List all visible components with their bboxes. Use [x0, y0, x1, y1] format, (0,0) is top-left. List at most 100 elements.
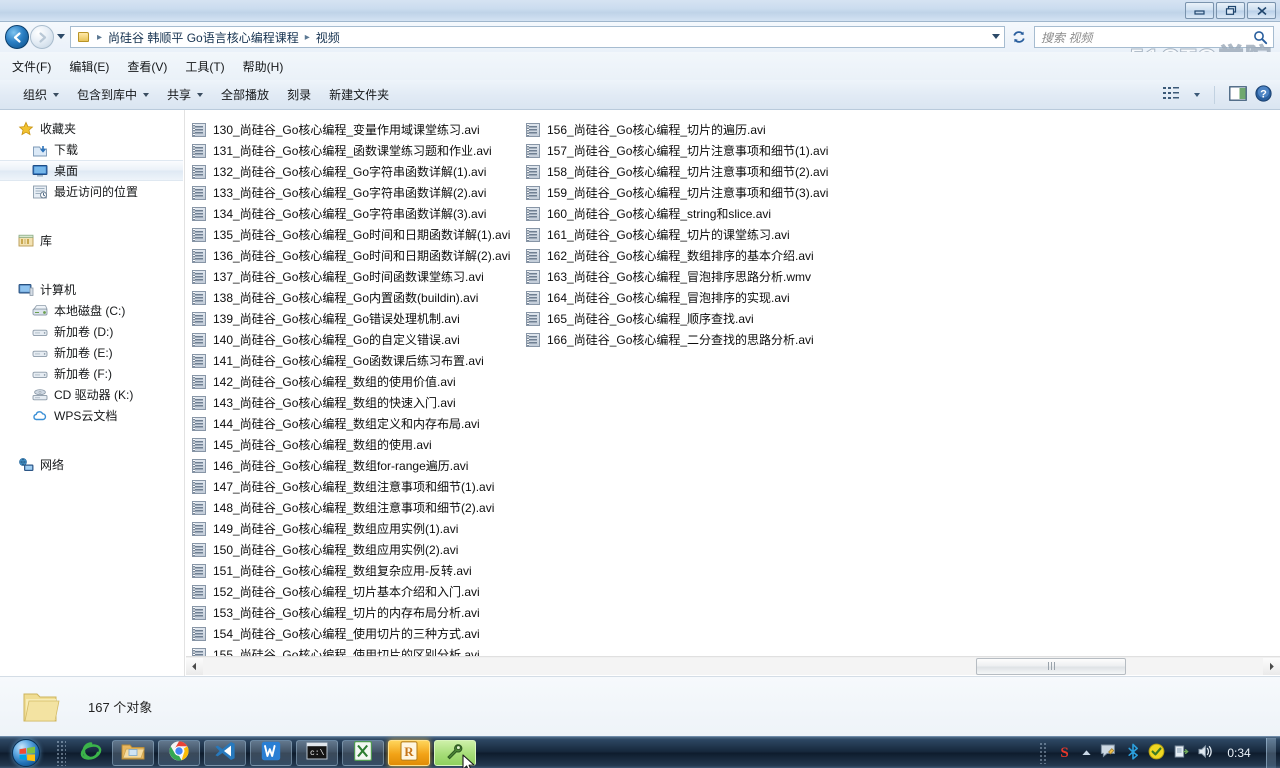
sidebar-item-downloads[interactable]: 下载 — [0, 139, 184, 160]
file-item[interactable]: 141_尚硅谷_Go核心编程_Go函数课后练习布置.avi — [186, 350, 518, 371]
change-view-icon[interactable] — [1163, 86, 1180, 104]
file-item[interactable]: 145_尚硅谷_Go核心编程_数组的使用.avi — [186, 434, 518, 455]
minimize-button[interactable] — [1185, 2, 1214, 19]
file-item[interactable]: 144_尚硅谷_Go核心编程_数组定义和内存布局.avi — [186, 413, 518, 434]
file-item[interactable]: 147_尚硅谷_Go核心编程_数组注意事项和细节(1).avi — [186, 476, 518, 497]
file-item[interactable]: 135_尚硅谷_Go核心编程_Go时间和日期函数详解(1).avi — [186, 224, 518, 245]
search-input[interactable]: 搜索 视频 — [1041, 29, 1092, 46]
taskbar-ie-button[interactable] — [74, 740, 108, 766]
file-item[interactable]: 132_尚硅谷_Go核心编程_Go字符串函数详解(1).avi — [186, 161, 518, 182]
bluetooth-icon[interactable] — [1126, 743, 1140, 763]
view-dropdown-icon[interactable] — [1194, 93, 1200, 97]
recent-locations-dropdown[interactable] — [57, 34, 65, 39]
file-item[interactable]: 163_尚硅谷_Go核心编程_冒泡排序思路分析.wmv — [520, 266, 852, 287]
preview-pane-icon[interactable] — [1229, 86, 1247, 104]
sidebar-item-drive-f[interactable]: 新加卷 (F:) — [0, 363, 184, 384]
taskbar-tool-button[interactable] — [434, 739, 476, 766]
file-item[interactable]: 158_尚硅谷_Go核心编程_切片注意事项和细节(2).avi — [520, 161, 852, 182]
horizontal-scrollbar[interactable] — [186, 656, 1280, 675]
sogou-input-icon[interactable]: S — [1056, 743, 1073, 763]
file-item[interactable]: 162_尚硅谷_Go核心编程_数组排序的基本介绍.avi — [520, 245, 852, 266]
restore-button[interactable] — [1216, 2, 1245, 19]
file-item[interactable]: 140_尚硅谷_Go核心编程_Go的自定义错误.avi — [186, 329, 518, 350]
file-item[interactable]: 139_尚硅谷_Go核心编程_Go错误处理机制.avi — [186, 308, 518, 329]
file-item[interactable]: 146_尚硅谷_Go核心编程_数组for-range遍历.avi — [186, 455, 518, 476]
sidebar-group-network[interactable]: 网络 — [0, 454, 184, 475]
address-bar[interactable]: ▸ 尚硅谷 韩顺平 Go语言核心编程课程 ▸ 视频 — [70, 26, 1005, 48]
scrollbar-track[interactable] — [203, 657, 1263, 675]
file-item[interactable]: 165_尚硅谷_Go核心编程_顺序查找.avi — [520, 308, 852, 329]
search-box[interactable]: 搜索 视频 — [1034, 26, 1274, 48]
toolbar-share[interactable]: 共享 — [158, 83, 212, 106]
file-item[interactable]: 142_尚硅谷_Go核心编程_数组的使用价值.avi — [186, 371, 518, 392]
taskbar-wps-button[interactable] — [250, 739, 292, 766]
taskbar-explorer-button[interactable] — [112, 739, 154, 766]
tray-handle[interactable] — [1039, 742, 1048, 764]
sidebar-item-drive-e[interactable]: 新加卷 (E:) — [0, 342, 184, 363]
show-desktop-button[interactable] — [1266, 738, 1276, 768]
file-item[interactable]: 148_尚硅谷_Go核心编程_数组注意事项和细节(2).avi — [186, 497, 518, 518]
file-item[interactable]: 151_尚硅谷_Go核心编程_数组复杂应用-反转.avi — [186, 560, 518, 581]
volume-icon[interactable] — [1197, 744, 1214, 762]
address-dropdown-icon[interactable] — [992, 34, 1000, 39]
sidebar-group-favorites[interactable]: 收藏夹 — [0, 118, 184, 139]
scrollbar-thumb[interactable] — [976, 657, 1126, 675]
sidebar-item-desktop[interactable]: 桌面 — [0, 160, 183, 181]
file-list-pane[interactable]: 130_尚硅谷_Go核心编程_变量作用域课堂练习.avi 131_尚硅谷_Go核… — [186, 110, 1280, 676]
safely-remove-hardware-icon[interactable] — [1173, 743, 1189, 763]
file-item[interactable]: 138_尚硅谷_Go核心编程_Go内置函数(buildin).avi — [186, 287, 518, 308]
show-hidden-icons-chevron-icon[interactable] — [1081, 746, 1092, 760]
back-button[interactable] — [5, 25, 29, 49]
file-item[interactable]: 152_尚硅谷_Go核心编程_切片基本介绍和入门.avi — [186, 581, 518, 602]
tray-clock[interactable]: 0:34 — [1222, 746, 1256, 760]
sidebar-item-cd-drive-k[interactable]: CD 驱动器 (K:) — [0, 384, 184, 405]
file-item[interactable]: 150_尚硅谷_Go核心编程_数组应用实例(2).avi — [186, 539, 518, 560]
file-item[interactable]: 149_尚硅谷_Go核心编程_数组应用实例(1).avi — [186, 518, 518, 539]
taskbar-excel-button[interactable] — [342, 739, 384, 766]
sidebar-group-libraries[interactable]: 库 — [0, 230, 184, 251]
toolbar-new-folder[interactable]: 新建文件夹 — [320, 83, 398, 106]
toolbar-include-in-library[interactable]: 包含到库中 — [68, 83, 158, 106]
help-icon[interactable]: ? — [1255, 85, 1272, 105]
forward-button[interactable] — [30, 25, 54, 49]
toolbar-burn[interactable]: 刻录 — [278, 83, 320, 106]
menu-item-edit[interactable]: 编辑(E) — [69, 58, 109, 75]
start-button[interactable] — [2, 738, 50, 768]
sidebar-group-computer[interactable]: 计算机 — [0, 279, 184, 300]
close-button[interactable] — [1247, 2, 1276, 19]
sidebar-item-drive-c[interactable]: 本地磁盘 (C:) — [0, 300, 184, 321]
file-item[interactable]: 164_尚硅谷_Go核心编程_冒泡排序的实现.avi — [520, 287, 852, 308]
file-item[interactable]: 136_尚硅谷_Go核心编程_Go时间和日期函数详解(2).avi — [186, 245, 518, 266]
file-item[interactable]: 131_尚硅谷_Go核心编程_函数课堂练习题和作业.avi — [186, 140, 518, 161]
sidebar-item-wps-cloud[interactable]: WPS云文档 — [0, 405, 184, 426]
menu-item-help[interactable]: 帮助(H) — [243, 58, 284, 75]
menu-item-tools[interactable]: 工具(T) — [185, 58, 224, 75]
file-item[interactable]: 153_尚硅谷_Go核心编程_切片的内存布局分析.avi — [186, 602, 518, 623]
toolbar-organize[interactable]: 组织 — [14, 83, 68, 106]
file-item[interactable]: 137_尚硅谷_Go核心编程_Go时间函数课堂练习.avi — [186, 266, 518, 287]
action-center-icon[interactable] — [1100, 743, 1118, 763]
file-item[interactable]: 161_尚硅谷_Go核心编程_切片的课堂练习.avi — [520, 224, 852, 245]
sidebar-item-drive-d[interactable]: 新加卷 (D:) — [0, 321, 184, 342]
security-shield-icon[interactable] — [1148, 743, 1165, 763]
file-item[interactable]: 133_尚硅谷_Go核心编程_Go字符串函数详解(2).avi — [186, 182, 518, 203]
sidebar-item-recent-places[interactable]: 最近访问的位置 — [0, 181, 184, 202]
file-item[interactable]: 154_尚硅谷_Go核心编程_使用切片的三种方式.avi — [186, 623, 518, 644]
menu-item-file[interactable]: 文件(F) — [12, 58, 51, 75]
breadcrumb-item-0[interactable]: 尚硅谷 韩顺平 Go语言核心编程课程 — [104, 28, 303, 47]
file-item[interactable]: 157_尚硅谷_Go核心编程_切片注意事项和细节(1).avi — [520, 140, 852, 161]
file-item[interactable]: 160_尚硅谷_Go核心编程_string和slice.avi — [520, 203, 852, 224]
scroll-left-button[interactable] — [186, 657, 203, 675]
taskbar-cmd-button[interactable]: c:\ — [296, 739, 338, 766]
breadcrumb-item-1[interactable]: 视频 — [312, 28, 344, 47]
refresh-button[interactable] — [1008, 26, 1030, 48]
file-item[interactable]: 166_尚硅谷_Go核心编程_二分查找的思路分析.avi — [520, 329, 852, 350]
file-item[interactable]: 134_尚硅谷_Go核心编程_Go字符串函数详解(3).avi — [186, 203, 518, 224]
taskbar-chrome-button[interactable] — [158, 739, 200, 766]
menu-item-view[interactable]: 查看(V) — [127, 58, 167, 75]
scroll-right-button[interactable] — [1263, 657, 1280, 675]
file-item[interactable]: 130_尚硅谷_Go核心编程_变量作用域课堂练习.avi — [186, 119, 518, 140]
file-item[interactable]: 143_尚硅谷_Go核心编程_数组的快速入门.avi — [186, 392, 518, 413]
taskbar-recorder-button[interactable]: R — [388, 739, 430, 766]
file-item[interactable]: 159_尚硅谷_Go核心编程_切片注意事项和细节(3).avi — [520, 182, 852, 203]
